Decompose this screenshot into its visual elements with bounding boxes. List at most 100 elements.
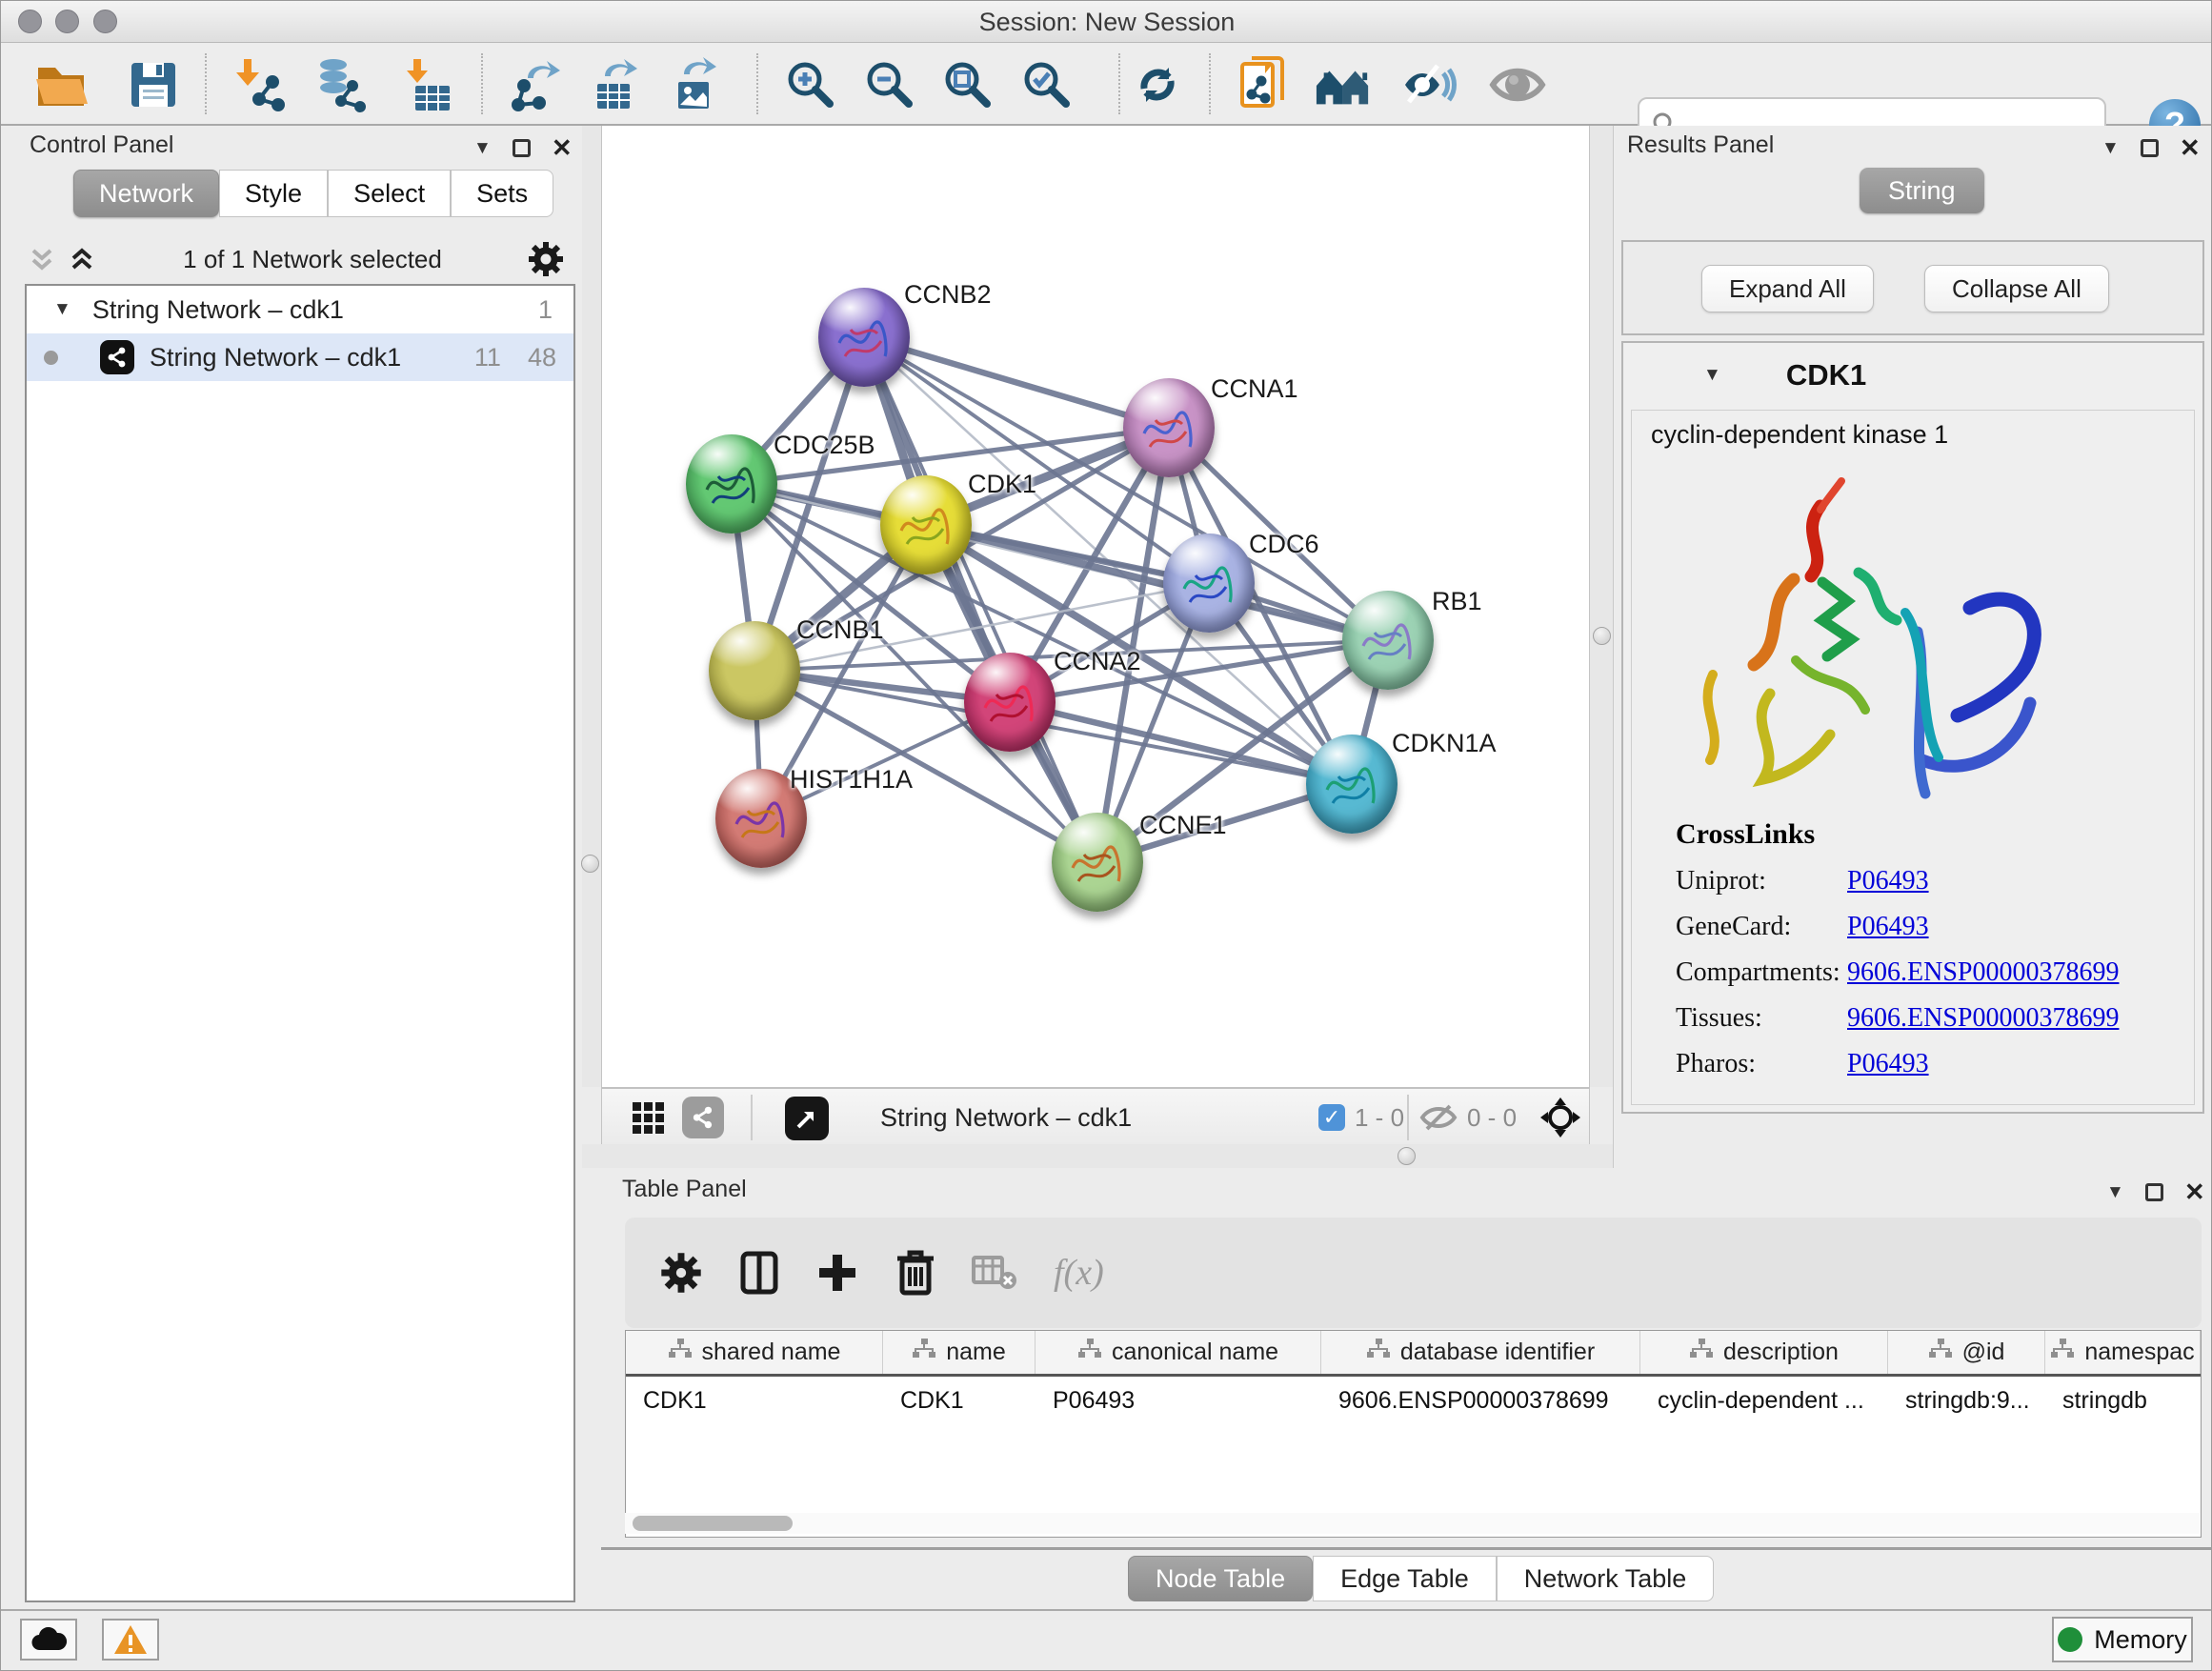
show-columns-icon[interactable] (739, 1250, 779, 1296)
section-caret-icon[interactable]: ▼ (1703, 365, 1721, 386)
expand-all-icon[interactable] (66, 243, 98, 275)
crosslink-link[interactable]: P06493 (1847, 866, 1929, 896)
import-network-file-button[interactable] (230, 55, 287, 114)
function-builder-icon[interactable]: f(x) (1054, 1252, 1104, 1294)
float-panel-icon[interactable] (2145, 1183, 2163, 1201)
table-cell[interactable]: CDK1 (626, 1377, 883, 1424)
column-header-canonical-name[interactable]: canonical name (1036, 1331, 1321, 1374)
tab-edge-table[interactable]: Edge Table (1313, 1556, 1497, 1601)
cloud-status-button[interactable] (20, 1619, 77, 1661)
zoom-selected-button[interactable] (1018, 55, 1076, 114)
network-node-CCNA1[interactable] (1123, 378, 1215, 477)
panel-menu-caret-icon[interactable]: ▼ (2106, 1182, 2124, 1203)
network-node-CCNB2[interactable] (818, 288, 910, 387)
memory-status-dot-icon (2058, 1627, 2082, 1652)
crosslink-link[interactable]: P06493 (1847, 912, 1929, 942)
left-splitter-handle[interactable] (581, 855, 599, 873)
tab-select[interactable]: Select (328, 170, 451, 217)
tab-node-table[interactable]: Node Table (1128, 1556, 1313, 1601)
column-header-shared-name[interactable]: shared name (626, 1331, 883, 1374)
detach-view-button[interactable] (785, 1097, 829, 1140)
add-column-icon[interactable] (815, 1251, 859, 1295)
right-splitter[interactable] (1590, 126, 1613, 1087)
network-node-CDK1[interactable] (880, 475, 972, 574)
close-panel-icon[interactable]: ✕ (552, 133, 573, 163)
float-panel-icon[interactable] (513, 139, 531, 157)
results-actions-box: Expand All Collapse All (1621, 240, 2204, 335)
collection-caret-icon[interactable]: ▼ (53, 299, 71, 320)
network-node-RB1[interactable] (1342, 591, 1434, 690)
table-cell[interactable]: 9606.ENSP00000378699 (1321, 1377, 1640, 1424)
column-header-description[interactable]: description (1640, 1331, 1888, 1374)
warnings-button[interactable] (102, 1619, 159, 1661)
tab-string[interactable]: String (1860, 168, 1984, 213)
table-cell[interactable]: P06493 (1036, 1377, 1321, 1424)
column-header-name[interactable]: name (883, 1331, 1036, 1374)
network-node-CCNB1[interactable] (709, 621, 800, 720)
export-network-button[interactable] (510, 55, 567, 114)
apply-layout-button[interactable] (1129, 55, 1186, 114)
string-view-button[interactable] (682, 1097, 724, 1138)
export-table-button[interactable] (589, 55, 646, 114)
column-header-@id[interactable]: @id (1888, 1331, 2045, 1374)
horizontal-splitter-handle[interactable] (1398, 1147, 1416, 1165)
network-options-gear-icon[interactable] (527, 240, 565, 278)
first-neighbors-button[interactable] (1315, 55, 1372, 114)
import-network-database-button[interactable] (310, 55, 367, 114)
column-header-database-identifier[interactable]: database identifier (1321, 1331, 1640, 1374)
tab-network-table[interactable]: Network Table (1497, 1556, 1715, 1601)
open-session-button[interactable] (33, 55, 90, 114)
table-cell[interactable]: stringdb:9... (1888, 1377, 2045, 1424)
float-panel-icon[interactable] (2141, 139, 2159, 157)
hide-selected-button[interactable] (1401, 55, 1458, 114)
memory-button[interactable]: Memory (2052, 1617, 2193, 1662)
network-node-CCNE1[interactable] (1052, 813, 1143, 912)
table-cell[interactable]: stringdb (2045, 1377, 2201, 1424)
zoom-out-button[interactable] (861, 55, 918, 114)
gene-section-header[interactable]: ▼ CDK1 (1623, 343, 2202, 408)
network-node-CDC6[interactable] (1163, 534, 1255, 633)
scrollbar-thumb[interactable] (633, 1516, 793, 1531)
network-node-CDC25B[interactable] (686, 434, 777, 534)
zoom-in-button[interactable] (782, 55, 839, 114)
zoom-fit-button[interactable] (939, 55, 996, 114)
settings-gear-icon[interactable] (659, 1251, 703, 1295)
selected-counts-label: 1 - 0 (1355, 1103, 1404, 1133)
network-row[interactable]: String Network – cdk1 11 48 (27, 333, 573, 381)
right-splitter-handle[interactable] (1593, 627, 1611, 645)
collapse-all-button[interactable]: Collapse All (1924, 265, 2109, 312)
table-hscrollbar[interactable] (625, 1513, 2200, 1534)
table-cell[interactable]: CDK1 (883, 1377, 1036, 1424)
table-row[interactable]: CDK1CDK1P064939606.ENSP00000378699cyclin… (626, 1377, 2201, 1424)
network-node-CDKN1A[interactable] (1306, 735, 1398, 834)
delete-column-icon[interactable] (895, 1249, 935, 1297)
panel-menu-caret-icon[interactable]: ▼ (473, 138, 492, 159)
export-image-button[interactable] (668, 55, 725, 114)
selected-checkbox-icon[interactable]: ✓ (1318, 1104, 1345, 1131)
save-session-button[interactable] (125, 55, 182, 114)
crosslink-link[interactable]: P06493 (1847, 1049, 1929, 1079)
network-node-CCNA2[interactable] (964, 653, 1056, 752)
collapse-all-icon[interactable] (26, 243, 58, 275)
network-canvas[interactable]: CCNB2CCNA1CDC25BCDK1CDC6RB1CCNB1CCNA2CDK… (601, 126, 1590, 1087)
crosslink-link[interactable]: 9606.ENSP00000378699 (1847, 957, 2119, 988)
crosslink-link[interactable]: 9606.ENSP00000378699 (1847, 1003, 2119, 1034)
tab-network[interactable]: Network (73, 170, 219, 217)
column-header-namespac[interactable]: namespac (2045, 1331, 2201, 1374)
clone-network-button[interactable] (1236, 55, 1293, 114)
grid-view-button[interactable] (631, 1100, 667, 1141)
network-collection-row[interactable]: ▼ String Network – cdk1 1 (27, 286, 573, 333)
import-table-button[interactable] (399, 55, 456, 114)
tab-sets[interactable]: Sets (451, 170, 553, 217)
show-all-button[interactable] (1489, 55, 1546, 114)
birdseye-toggle-button[interactable] (1539, 1097, 1581, 1143)
tab-style[interactable]: Style (219, 170, 328, 217)
table-header-row: shared namenamecanonical namedatabase id… (626, 1331, 2201, 1377)
delete-table-icon[interactable] (972, 1254, 1017, 1292)
close-panel-icon[interactable]: ✕ (2184, 1178, 2205, 1207)
expand-all-button[interactable]: Expand All (1701, 265, 1874, 312)
table-cell[interactable]: cyclin-dependent ... (1640, 1377, 1888, 1424)
panel-menu-caret-icon[interactable]: ▼ (2101, 138, 2120, 159)
close-panel-icon[interactable]: ✕ (2180, 133, 2201, 163)
left-splitter[interactable] (582, 126, 601, 1087)
